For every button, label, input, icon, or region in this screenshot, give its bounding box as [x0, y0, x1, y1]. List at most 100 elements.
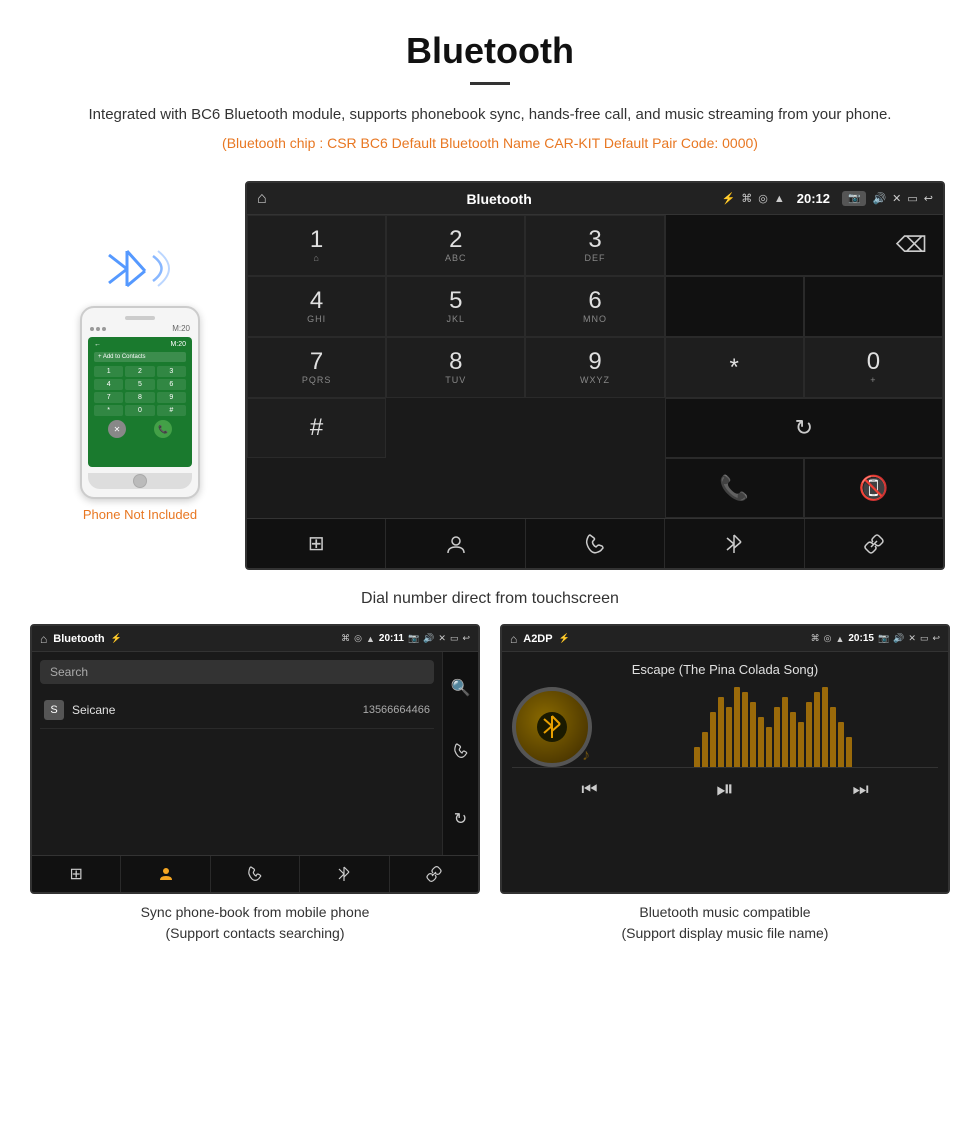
bottom-caption-left: Sync phone-book from mobile phone (Suppo…	[30, 894, 480, 944]
phonebook-with-sidebar: Search S Seicane 13566664466 🔍	[32, 652, 478, 855]
phone-speaker	[125, 316, 155, 320]
pb-tb-dialpad-btn[interactable]: ⊞	[32, 856, 121, 892]
phonebook-block: ⌂ Bluetooth ⚡ ⌘ ◎ ▲ 20:11 📷 🔊 ✕ ▭ ↩	[30, 624, 480, 944]
pb-sidebar-refresh-icon[interactable]: ↻	[454, 809, 467, 829]
phone-key-8: 8	[125, 392, 154, 403]
key-4[interactable]: 4 GHI	[247, 276, 386, 337]
pb-tb-bluetooth-btn[interactable]	[300, 856, 389, 892]
dial-bottom-toolbar: ⊞	[247, 518, 943, 568]
music-signal-icon: ▲	[835, 634, 844, 644]
phone-key-5: 5	[125, 379, 154, 390]
close-icon: ✕	[892, 192, 901, 205]
key-2[interactable]: 2 ABC	[386, 215, 525, 276]
key-8[interactable]: 8 TUV	[386, 337, 525, 398]
key-0[interactable]: 0 +	[804, 337, 943, 398]
phone-key-star: *	[94, 405, 123, 416]
pb-home-icon: ⌂	[40, 632, 47, 646]
phone-key-1: 1	[94, 366, 123, 377]
key-6[interactable]: 6 MNO	[525, 276, 664, 337]
bluetooth-signal-icon	[95, 241, 185, 296]
pb-loc-icon: ◎	[354, 633, 362, 644]
bottom-caption-right: Bluetooth music compatible (Support disp…	[500, 894, 950, 944]
contact-row[interactable]: S Seicane 13566664466	[40, 692, 434, 729]
next-track-button[interactable]: ⏭	[852, 779, 868, 800]
music-home-icon: ⌂	[510, 632, 517, 646]
key-empty-r2-4	[665, 276, 804, 337]
phone-carrier: M:20	[172, 324, 190, 333]
pb-sidebar-phone-icon[interactable]	[453, 743, 469, 764]
toolbar-phone-button[interactable]	[526, 519, 665, 568]
end-call-icon: 📵	[858, 474, 888, 503]
pb-title: Bluetooth	[53, 633, 104, 645]
answer-call-button[interactable]: 📞	[665, 458, 804, 518]
key-3[interactable]: 3 DEF	[525, 215, 664, 276]
phone-screen-header: ← M:20	[94, 341, 186, 348]
dial-status-bar: ⌂ Bluetooth ⚡ ⌘ ◎ ▲ 20:12 📷 🔊 ✕ ▭ ↩	[247, 183, 943, 215]
key-7[interactable]: 7 PQRS	[247, 337, 386, 398]
phone-mockup: M:20 ← M:20 + Add to Contacts 1 2 3 4 5 …	[80, 306, 200, 499]
phonebook-main-area: Search S Seicane 13566664466	[32, 652, 442, 855]
pb-bottom-toolbar: ⊞	[32, 855, 478, 892]
album-art-inner	[537, 712, 567, 742]
toolbar-dialpad-button[interactable]: ⊞	[247, 519, 386, 568]
eq-bar	[790, 712, 796, 767]
signal-icon: ▲	[774, 193, 785, 205]
eq-bar	[702, 732, 708, 767]
pb-vol-icon: 🔊	[423, 633, 434, 644]
pb-bt-icon: ⌘	[341, 633, 350, 644]
contact-number: 13566664466	[363, 704, 430, 716]
prev-track-button[interactable]: ⏮	[581, 779, 597, 800]
phonebook-sidebar: 🔍 ↻	[442, 652, 478, 855]
camera-button[interactable]: 📷	[842, 191, 866, 206]
toolbar-bluetooth-button[interactable]	[665, 519, 804, 568]
link-icon	[863, 533, 885, 555]
eq-bar	[806, 702, 812, 767]
eq-bar	[798, 722, 804, 767]
page-specs: (Bluetooth chip : CSR BC6 Default Blueto…	[60, 135, 920, 151]
contact-name: Seicane	[72, 703, 363, 717]
pb-tb-phone-btn[interactable]	[211, 856, 300, 892]
status-time: 20:12	[797, 191, 830, 206]
song-title: Escape (The Pina Colada Song)	[632, 662, 818, 677]
phone-bottom-bar	[88, 473, 192, 489]
key-star[interactable]: *	[665, 337, 804, 398]
pb-tb-contacts-btn[interactable]	[121, 856, 210, 892]
contact-list: S Seicane 13566664466	[40, 692, 434, 729]
toolbar-contacts-button[interactable]	[386, 519, 525, 568]
search-placeholder: Search	[50, 665, 88, 679]
home-icon: ⌂	[257, 190, 267, 208]
music-content: Escape (The Pina Colada Song)	[502, 652, 948, 892]
phonebook-status-bar: ⌂ Bluetooth ⚡ ⌘ ◎ ▲ 20:11 📷 🔊 ✕ ▭ ↩	[32, 626, 478, 652]
backspace-icon[interactable]: ⌫	[896, 232, 927, 258]
pb-tb-link-btn[interactable]	[390, 856, 478, 892]
search-bar[interactable]: Search	[40, 660, 434, 684]
pb-sidebar-search-icon[interactable]: 🔍	[451, 678, 471, 698]
phone-side: M:20 ← M:20 + Add to Contacts 1 2 3 4 5 …	[35, 181, 245, 522]
answer-icon: 📞	[719, 474, 749, 503]
back-icon: ↩	[924, 192, 933, 205]
music-back-icon: ↩	[932, 633, 940, 644]
phone-key-3: 3	[157, 366, 186, 377]
eq-bar	[694, 747, 700, 767]
phone-answer-button: 📞	[154, 420, 172, 438]
music-time: 20:15	[848, 633, 874, 644]
phone-screen: ← M:20 + Add to Contacts 1 2 3 4 5 6 7 8…	[88, 337, 192, 467]
pb-signal-icon: ▲	[366, 634, 375, 644]
toolbar-link-button[interactable]	[805, 519, 943, 568]
key-5[interactable]: 5 JKL	[386, 276, 525, 337]
key-hash[interactable]: #	[247, 398, 386, 458]
music-vol-icon: 🔊	[893, 633, 904, 644]
eq-bar	[742, 692, 748, 767]
end-call-button[interactable]: 📵	[804, 458, 943, 518]
key-1[interactable]: 1 ⌂	[247, 215, 386, 276]
phone-action-row: ✕ 📞	[94, 420, 186, 438]
page-header: Bluetooth Integrated with BC6 Bluetooth …	[0, 0, 980, 181]
play-pause-button[interactable]: ⏯	[716, 776, 734, 802]
title-divider	[470, 82, 510, 85]
pb-screen-icon: ▭	[450, 633, 459, 644]
screen-icon: ▭	[907, 192, 917, 205]
key-9[interactable]: 9 WXYZ	[525, 337, 664, 398]
redial-cell[interactable]: ↻	[665, 398, 943, 458]
pb-back-icon: ↩	[462, 633, 470, 644]
bottom-screens-area: ⌂ Bluetooth ⚡ ⌘ ◎ ▲ 20:11 📷 🔊 ✕ ▭ ↩	[0, 624, 980, 964]
